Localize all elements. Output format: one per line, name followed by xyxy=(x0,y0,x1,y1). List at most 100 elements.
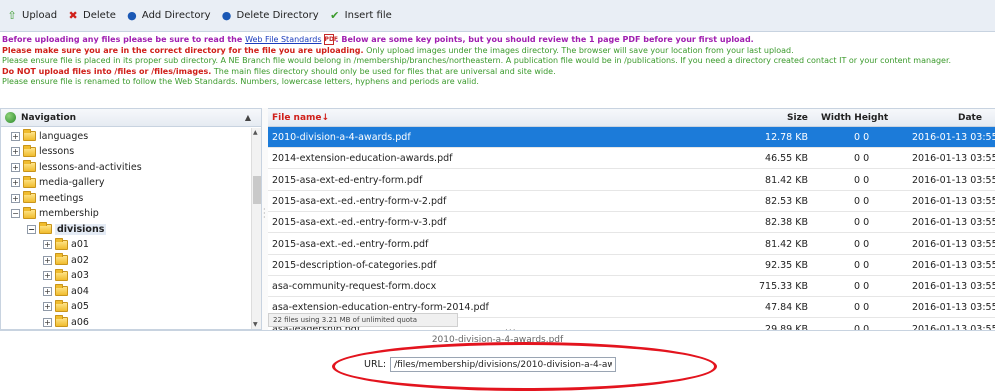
folder-icon xyxy=(39,222,52,234)
file-name-cell: 2014-extension-education-awards.pdf xyxy=(272,153,453,165)
file-date-cell: 2016-01-13 03:55 xyxy=(912,259,995,271)
navigation-header[interactable]: Navigation ▲ xyxy=(1,109,261,127)
file-name-cell: 2015-asa-ext-ed-entry-form.pdf xyxy=(272,174,423,186)
add-directory-button[interactable]: ● Add Directory xyxy=(126,9,210,22)
scroll-down-icon[interactable]: ▼ xyxy=(253,321,258,328)
delete-button[interactable]: ✖ Delete xyxy=(67,9,115,22)
tree-item-label: a03 xyxy=(71,270,89,281)
note-directory: Please make sure you are in the correct … xyxy=(2,46,992,57)
expand-icon[interactable]: + xyxy=(11,147,20,156)
splitter-grip-icon: · · · xyxy=(263,205,266,222)
table-row[interactable]: 2015-asa-ext-ed-entry-form.pdf 81.42 KB 0 … xyxy=(268,170,995,191)
sort-up-icon[interactable]: ▲ xyxy=(245,113,251,122)
tree-item-meetings[interactable]: + meetings xyxy=(11,190,83,206)
expand-icon[interactable]: + xyxy=(11,178,20,187)
file-date-cell: 2016-01-13 03:55 xyxy=(912,132,995,143)
tree-item-label: lessons xyxy=(39,146,75,157)
tree-item-label: divisions xyxy=(55,223,107,235)
tree-item-a06[interactable]: + a06 xyxy=(43,314,89,329)
expand-icon[interactable]: + xyxy=(11,162,20,172)
file-name-cell: 2010-division-a-4-awards.pdf xyxy=(272,132,411,143)
table-row[interactable]: 2015-asa-ext.-ed.-entry-form-v-2.pdf 82.5… xyxy=(268,191,995,212)
expand-icon[interactable]: + xyxy=(43,240,52,249)
upload-label: Upload xyxy=(22,10,58,21)
expand-icon[interactable]: + xyxy=(43,317,52,327)
tree-item-a01[interactable]: + a01 xyxy=(43,237,89,253)
column-file-name[interactable]: File name↓ xyxy=(272,113,329,123)
collapse-icon[interactable]: − xyxy=(27,224,36,234)
file-date-cell: 2016-01-13 03:55 xyxy=(912,302,995,314)
table-row[interactable]: 2010-division-a-4-awards.pdf 12.78 KB 0 0 2… xyxy=(268,127,995,148)
note-2-text: Only upload images under the images dire… xyxy=(363,45,794,55)
tree-item-label: lessons-and-activities xyxy=(39,161,142,173)
url-field[interactable] xyxy=(390,357,617,372)
table-row[interactable]: 2015-asa-ext.-ed.-entry-form-v-3.pdf 82.3… xyxy=(268,212,995,234)
table-row[interactable]: 2015-description-of-categories.pdf 92.35 … xyxy=(268,255,995,276)
file-size-cell: 715.33 KB xyxy=(758,281,808,293)
file-dimensions-cell: 0 0 xyxy=(854,195,870,207)
table-row[interactable]: 2015-asa-ext.-ed.-entry-form.pdf 81.42 KB… xyxy=(268,234,995,255)
note-1-tail: . Below are some key points, but you sho… xyxy=(335,35,754,44)
file-dimensions-cell: 0 0 xyxy=(854,132,870,143)
url-label: URL: xyxy=(364,359,387,370)
pdf-icon[interactable]: PDF xyxy=(323,34,338,45)
navigation-scrollbar[interactable]: ▲ ▼ xyxy=(251,128,261,329)
tree-item-label: membership xyxy=(39,208,99,219)
tree-item-divisions[interactable]: − divisions xyxy=(27,221,107,237)
column-width-height[interactable]: Width Height xyxy=(821,113,888,123)
tree-item-a03[interactable]: + a03 xyxy=(43,268,89,284)
tree-item-languages[interactable]: + languages xyxy=(11,128,88,144)
scroll-up-icon[interactable]: ▲ xyxy=(253,129,258,136)
expand-icon[interactable]: + xyxy=(43,286,52,296)
file-date-cell: 2016-01-13 03:55 xyxy=(912,217,995,229)
delete-directory-icon: ● xyxy=(221,8,232,22)
folder-icon xyxy=(55,315,68,327)
tree-item-label: a01 xyxy=(71,239,89,250)
navigation-panel: Navigation ▲ + languages + lessons + lessons-a… xyxy=(0,108,262,330)
expand-icon[interactable]: + xyxy=(11,131,20,141)
note-4-text: The main files directory should only be … xyxy=(211,66,556,76)
file-date-cell: 2016-01-13 03:55 xyxy=(912,281,995,293)
file-size-cell: 82.53 KB xyxy=(765,195,808,207)
tree-item-label: a02 xyxy=(71,254,89,266)
note-subdirectory: Please ensure file is placed in its prop… xyxy=(2,56,952,65)
column-date[interactable]: Date xyxy=(958,113,982,123)
delete-directory-label: Delete Directory xyxy=(236,10,319,21)
tree-item-a05[interactable]: + a05 xyxy=(43,299,89,315)
tree-item-lessons[interactable]: + lessons xyxy=(11,144,74,160)
expand-icon[interactable]: + xyxy=(11,193,20,203)
folder-icon xyxy=(23,144,36,157)
table-row[interactable]: 2014-extension-education-awards.pdf 46.55… xyxy=(268,148,995,170)
file-dimensions-cell: 0 0 xyxy=(854,259,870,271)
table-row[interactable]: asa-community-request-form.docx 715.33 KB… xyxy=(268,276,995,298)
scrollbar-thumb[interactable] xyxy=(253,176,261,204)
folder-icon xyxy=(55,284,68,296)
tree-item-a02[interactable]: + a02 xyxy=(43,252,89,268)
insert-file-button[interactable]: ✔ Insert file xyxy=(329,9,392,22)
tree-item-label: a05 xyxy=(71,301,89,312)
collapse-icon[interactable]: − xyxy=(11,209,20,218)
tree-item-a04[interactable]: + a04 xyxy=(43,283,89,299)
expand-icon[interactable]: + xyxy=(43,255,52,265)
expand-icon[interactable]: + xyxy=(43,302,52,311)
file-name-cell: 2015-asa-ext.-ed.-entry-form.pdf xyxy=(272,238,429,250)
preview-filename: 2010-division-a-4-awards.pdf xyxy=(431,335,564,345)
delete-directory-button[interactable]: ● Delete Directory xyxy=(221,8,319,22)
tree-item-membership[interactable]: − membership xyxy=(11,206,99,222)
folder-icon xyxy=(55,268,68,281)
folder-icon xyxy=(23,160,36,172)
file-size-cell: 92.35 KB xyxy=(765,259,808,271)
tree-item-lessons-and-activities[interactable]: + lessons-and-activities xyxy=(11,159,142,175)
file-dimensions-cell: 0 0 xyxy=(854,174,870,186)
web-file-standards-link[interactable]: Web File Standards xyxy=(245,35,321,44)
upload-button[interactable]: ⇧ Upload xyxy=(6,8,58,22)
file-date-cell: 2016-01-13 03:55 xyxy=(912,153,995,165)
file-size-cell: 81.42 KB xyxy=(765,174,808,186)
column-size[interactable]: Size xyxy=(787,113,808,123)
expand-icon[interactable]: + xyxy=(43,271,52,280)
upload-icon: ⇧ xyxy=(7,8,17,22)
tree-item-label: media-gallery xyxy=(39,177,105,188)
tree-item-media-gallery[interactable]: + media-gallery xyxy=(11,175,105,191)
file-date-cell: 2016-01-13 03:55 xyxy=(912,195,995,207)
file-date-cell: 2016-01-13 03:55 xyxy=(912,174,995,186)
